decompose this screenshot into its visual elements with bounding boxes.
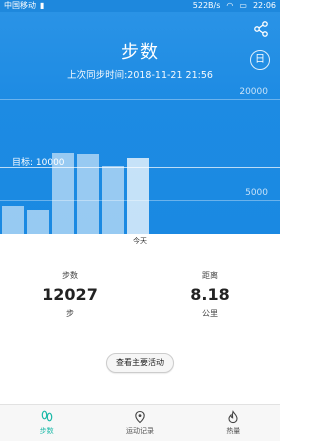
tab-workout-records-label: 运动记录	[125, 427, 154, 435]
tab-workout-records[interactable]: 运动记录	[93, 405, 186, 441]
chart-bar[interactable]	[77, 154, 99, 234]
flame-icon	[228, 410, 238, 424]
distance-unit: 公里	[202, 309, 218, 318]
bottom-tab-bar: 步数 运动记录 热量	[0, 404, 280, 441]
steps-value: 12027	[42, 285, 98, 304]
status-bar: 中国移动 ▮ 522B/s ◠ ▭ 22:06	[0, 0, 280, 12]
tab-calories[interactable]: 热量	[187, 405, 280, 441]
net-speed: 522B/s	[192, 1, 221, 10]
steps-label: 步数	[62, 271, 78, 280]
steps-stat: 步数 12027 步	[0, 270, 140, 319]
today-label: 今天	[133, 237, 147, 245]
carrier-label: 中国移动	[4, 1, 36, 10]
chart-bar[interactable]	[102, 165, 124, 234]
chart-bar[interactable]	[127, 157, 149, 234]
page-title: 步数	[121, 42, 159, 63]
share-icon[interactable]	[252, 20, 270, 38]
stats-panel: 步数 12027 步 距离 8.18 公里	[0, 270, 280, 330]
chart-bar[interactable]	[52, 152, 74, 234]
battery-icon: ▭	[239, 1, 247, 10]
gridline-label: 5000	[245, 188, 268, 199]
footprints-icon	[41, 410, 52, 422]
chart-bar[interactable]	[2, 206, 24, 234]
chart-bar[interactable]	[27, 210, 49, 234]
sync-time: 上次同步时间:2018-11-21 21:56	[67, 70, 213, 81]
steps-unit: 步	[66, 309, 74, 318]
view-main-activity-button[interactable]: 查看主要活动	[106, 353, 174, 373]
signal-icon: ▮	[40, 1, 45, 10]
wifi-icon: ◠	[226, 1, 234, 10]
distance-label: 距离	[202, 271, 218, 280]
distance-value: 8.18	[190, 285, 230, 304]
gridline-label: 20000	[239, 87, 268, 97]
gridline	[0, 99, 280, 100]
location-pin-icon	[135, 410, 145, 424]
steps-header: 日 步数 上次同步时间:2018-11-21 21:56 5000 20000 目标…	[0, 12, 280, 234]
tab-calories-label: 热量	[226, 427, 241, 435]
tab-steps-label: 步数	[39, 427, 54, 435]
distance-stat: 距离 8.18 公里	[140, 270, 280, 319]
clock: 22:06	[252, 1, 276, 10]
tab-steps[interactable]: 步数	[0, 405, 93, 441]
